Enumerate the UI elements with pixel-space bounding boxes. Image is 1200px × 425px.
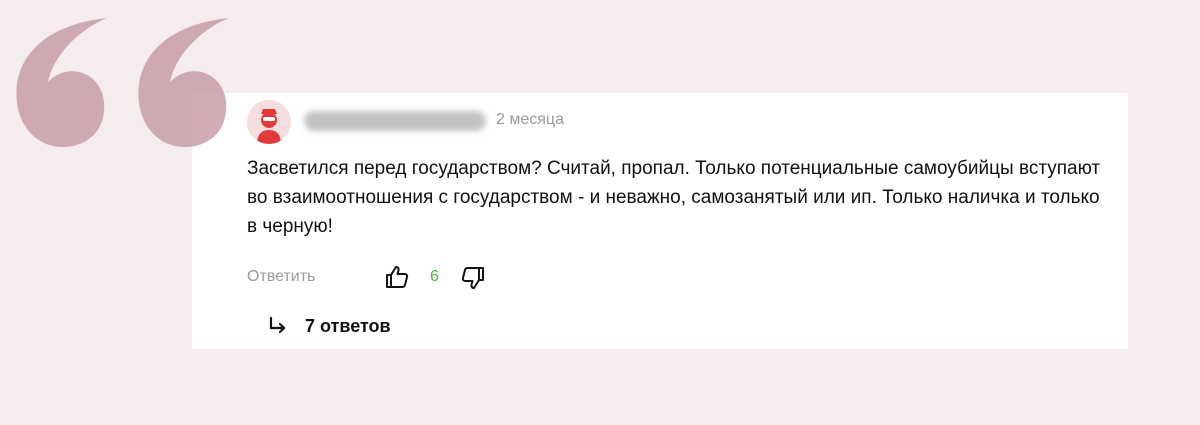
like-count: 6 bbox=[430, 268, 439, 285]
comment-date: 2 месяца bbox=[496, 111, 564, 128]
avatar[interactable] bbox=[247, 100, 291, 144]
show-replies-button[interactable]: 7 ответов bbox=[267, 314, 391, 338]
thumbs-up-icon[interactable] bbox=[384, 264, 410, 290]
avatar-icon bbox=[247, 100, 291, 144]
reply-arrow-icon bbox=[269, 316, 286, 334]
thumbs-down-icon[interactable] bbox=[460, 265, 486, 291]
comment-card: 2 месяца Засветился перед государством? … bbox=[192, 93, 1128, 349]
author-name-blurred[interactable] bbox=[304, 111, 486, 131]
replies-count-label: 7 ответов bbox=[305, 315, 391, 336]
reply-button[interactable]: Ответить bbox=[247, 268, 315, 286]
comment-text: Засветился перед государством? Считай, п… bbox=[247, 158, 1101, 237]
